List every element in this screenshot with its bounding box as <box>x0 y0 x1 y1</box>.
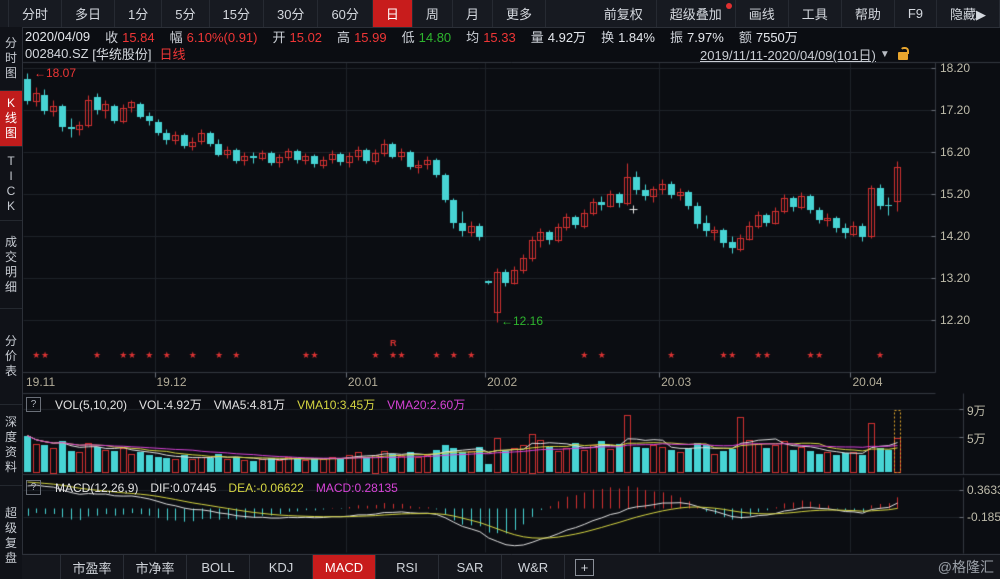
high-price-annotation: ←18.07 <box>34 66 76 80</box>
sidebar-item-TICK[interactable]: T I C K <box>0 147 22 221</box>
field-高: 高15.99 <box>337 27 387 46</box>
top-menu: 分时多日1分5分15分30分60分日周月更多 前复权超级叠加画线工具帮助F9隐藏▶ <box>0 0 1000 28</box>
macd-axis-label: -0.18506 <box>967 510 1000 524</box>
menu-item-画线[interactable]: 画线 <box>736 0 789 27</box>
volume-pane-header: ? VOL(5,10,20) VOL:4.92万 VMA5:4.81万 VMA10:3… <box>26 396 465 413</box>
field-收: 收15.84 <box>105 27 155 46</box>
vol-help-icon[interactable]: ? <box>26 397 41 412</box>
date-axis-label: 20.03 <box>661 375 691 389</box>
menu-item-30分[interactable]: 30分 <box>264 0 318 27</box>
date-axis-label: 20.04 <box>853 375 883 389</box>
macd-header-yellow: DEA:-0.06622 <box>228 481 303 495</box>
sidebar-item-成交明细[interactable]: 成 交 明 细 <box>0 221 22 309</box>
stock-bar: 002840.SZ [华统股份] 日线 2019/11/11-2020/04/0… <box>25 45 1000 62</box>
field-开: 开15.02 <box>272 27 322 46</box>
vol-header-magenta: VMA20:2.60万 <box>387 396 465 413</box>
date-axis-label: 20.02 <box>487 375 517 389</box>
field-额: 额7550万 <box>739 27 798 46</box>
vol-header-yellow: VMA10:3.45万 <box>297 396 375 413</box>
trade-date: 2020/04/09 <box>25 29 90 44</box>
volume-axis-label: 9万 <box>967 402 986 419</box>
date-range-text[interactable]: 2019/11/11-2020/04/09(101日) <box>700 45 876 64</box>
sidebar-item-分时图[interactable]: 分 时 图 <box>0 27 22 91</box>
stock-name: [华统股份] <box>92 44 151 63</box>
menu-item-1分[interactable]: 1分 <box>115 0 162 27</box>
macd-pane-header: ? MACD(12,26,9) DIF:0.07445 DEA:-0.06622 MA… <box>26 480 398 495</box>
price-axis-label: 12.20 <box>940 313 970 327</box>
menu-item-帮助[interactable]: 帮助 <box>842 0 895 27</box>
menu-item-60分[interactable]: 60分 <box>318 0 372 27</box>
sidebar-item-深度资料[interactable]: 深 度 资 料 <box>0 405 22 486</box>
chevron-down-icon[interactable]: ▼ <box>880 49 890 60</box>
menu-item-月[interactable]: 月 <box>453 0 493 27</box>
menu-item-更多[interactable]: 更多 <box>493 0 546 27</box>
date-axis-label: 19.12 <box>157 375 187 389</box>
menu-item-5分[interactable]: 5分 <box>162 0 209 27</box>
field-量: 量4.92万 <box>531 27 586 46</box>
macd-help-icon[interactable]: ? <box>26 480 41 495</box>
indicator-tab-bar: 市盈率市净率BOLLKDJMACDRSISARW&R + @格隆汇 <box>22 555 1000 579</box>
price-axis-label: 14.20 <box>940 229 970 243</box>
sidebar-item-分价表[interactable]: 分 价 表 <box>0 309 22 405</box>
add-indicator-button[interactable]: + <box>575 559 594 576</box>
vol-header-plain: VOL(5,10,20) <box>55 398 127 412</box>
stock-code: 002840.SZ <box>25 46 89 61</box>
menu-item-日[interactable]: 日 <box>373 0 413 27</box>
menu-item-15分[interactable]: 15分 <box>210 0 264 27</box>
menu-item-F9[interactable]: F9 <box>895 0 937 27</box>
tab-W&R[interactable]: W&R <box>502 555 565 579</box>
notification-dot <box>726 3 732 9</box>
menu-item-超级叠加[interactable]: 超级叠加 <box>657 0 736 27</box>
menu-item-工具[interactable]: 工具 <box>789 0 842 27</box>
tab-RSI[interactable]: RSI <box>376 555 439 579</box>
date-axis-label: 19.11 <box>26 375 55 389</box>
menu-item-多日[interactable]: 多日 <box>62 0 115 27</box>
menu-item-隐藏[interactable]: 隐藏▶ <box>937 0 1000 27</box>
price-axis-label: 16.20 <box>940 145 970 159</box>
unlock-icon[interactable] <box>898 52 908 60</box>
vol-header-plain: VOL:4.92万 <box>139 396 202 413</box>
menu-item-周[interactable]: 周 <box>413 0 453 27</box>
macd-axis-label: 0.36331 <box>967 483 1000 497</box>
tab-BOLL[interactable]: BOLL <box>187 555 250 579</box>
price-axis-label: 15.20 <box>940 187 970 201</box>
tab-MACD[interactable]: MACD <box>313 555 376 579</box>
vol-header-white: VMA5:4.81万 <box>214 396 285 413</box>
price-axis-label: 13.20 <box>940 271 970 285</box>
low-price-annotation: ←12.16 <box>501 314 543 328</box>
macd-header-white: DIF:0.07445 <box>150 481 216 495</box>
date-axis-label: 20.01 <box>348 375 378 389</box>
tab-SAR[interactable]: SAR <box>439 555 502 579</box>
period-label: 日线 <box>159 44 185 63</box>
sidebar: 分 时 图K 线 图T I C K成 交 明 细分 价 表深 度 资 料超 级 … <box>0 27 23 579</box>
tab-市盈率[interactable]: 市盈率 <box>60 555 124 579</box>
field-振: 振7.97% <box>670 27 724 46</box>
field-幅: 幅6.10%(0.91) <box>170 27 258 46</box>
menu-spacer <box>546 0 591 27</box>
date-range-selector[interactable]: 2019/11/11-2020/04/09(101日) ▼ <box>700 45 908 64</box>
watermark: @格隆汇 <box>938 555 1000 579</box>
menu-item-前复权[interactable]: 前复权 <box>591 0 657 27</box>
info-bar: 2020/04/09 收15.84 幅6.10%(0.91) 开15.02 高15.9… <box>25 27 1000 45</box>
sidebar-item-超级复盘[interactable]: 超 级 复 盘 <box>0 486 22 579</box>
macd-header-plain: MACD(12,26,9) <box>55 481 138 495</box>
price-axis-label: 18.20 <box>940 61 970 75</box>
field-换: 换1.84% <box>601 27 655 46</box>
volume-axis-label: 5万 <box>967 430 986 447</box>
macd-header-magenta: MACD:0.28135 <box>316 481 398 495</box>
menu-item-分时[interactable]: 分时 <box>8 0 62 27</box>
tab-KDJ[interactable]: KDJ <box>250 555 313 579</box>
field-均: 均15.33 <box>466 27 516 46</box>
field-低: 低14.80 <box>402 27 452 46</box>
tab-市净率[interactable]: 市净率 <box>124 555 187 579</box>
price-axis-label: 17.20 <box>940 103 970 117</box>
stock-app-window: 分时多日1分5分15分30分60分日周月更多 前复权超级叠加画线工具帮助F9隐藏▶… <box>0 0 1000 579</box>
sidebar-item-K线图[interactable]: K 线 图 <box>0 91 22 147</box>
